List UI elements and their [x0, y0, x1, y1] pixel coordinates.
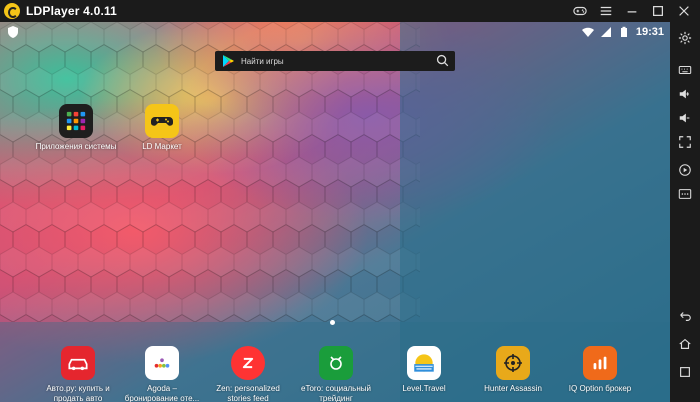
recent-apps-icon — [680, 367, 690, 377]
signal-icon — [600, 27, 611, 37]
battery-icon — [620, 26, 627, 37]
title-bar: LDPlayer 4.0.11 — [0, 0, 700, 22]
sidebar-record-button[interactable] — [677, 162, 693, 178]
menu-button[interactable] — [594, 0, 618, 22]
ldplayer-logo-icon — [4, 3, 20, 19]
app-label: LD Маркет — [142, 142, 182, 151]
sidebar-keyboard-button[interactable] — [677, 62, 693, 78]
sidebar-recent-apps-button[interactable] — [677, 364, 693, 380]
sidebar-settings-button[interactable] — [677, 30, 693, 46]
app-label: Agoda – бронирование оте... — [124, 384, 200, 402]
app-label: eToro: социальный трейдинг — [301, 384, 371, 402]
sidebar-volume-up-button[interactable] — [677, 86, 693, 102]
app-etoro[interactable]: eToro: социальный трейдинг — [292, 346, 380, 402]
minimize-button[interactable] — [620, 0, 644, 22]
app-zen[interactable]: Zen: personalized stories feed — [204, 346, 292, 402]
google-play-icon — [223, 55, 234, 67]
hamburger-menu-icon — [600, 6, 612, 16]
status-bar: 19:31 — [0, 22, 670, 42]
shield-icon — [8, 26, 18, 38]
window-controls — [566, 0, 696, 22]
more-icon — [678, 189, 692, 199]
minimize-icon — [627, 11, 637, 13]
app-agoda[interactable]: Agoda – бронирование оте... — [114, 346, 210, 402]
sidebar-volume-down-button[interactable] — [677, 110, 693, 126]
close-button[interactable] — [672, 0, 696, 22]
back-icon — [680, 312, 691, 321]
android-screen[interactable]: 19:31 Найти игры Приложения системы LD М… — [0, 22, 670, 402]
etoro-icon — [319, 346, 353, 380]
autoru-icon — [61, 346, 95, 380]
sidebar-fullscreen-button[interactable] — [677, 134, 693, 150]
home-icon — [679, 338, 691, 349]
fullscreen-icon — [679, 136, 691, 148]
app-system-apps[interactable]: Приложения системы — [32, 104, 120, 152]
sidebar-home-button[interactable] — [677, 336, 693, 352]
app-label: Авто.ру: купить и продать авто — [46, 384, 110, 402]
sidebar-back-button[interactable] — [677, 308, 693, 324]
game-search-bar[interactable]: Найти игры — [215, 51, 455, 71]
gamepad-settings-button[interactable] — [568, 0, 592, 22]
app-iq-option[interactable]: IQ Option брокер — [558, 346, 642, 394]
app-label: Level.Travel — [402, 384, 446, 393]
apps-folder-icon — [59, 104, 93, 138]
volume-down-icon — [679, 113, 690, 123]
status-time: 19:31 — [635, 26, 664, 38]
maximize-button[interactable] — [646, 0, 670, 22]
app-ld-market[interactable]: LD Маркет — [128, 104, 196, 152]
hunter-assassin-icon — [496, 346, 530, 380]
zen-icon — [231, 346, 265, 380]
app-label: IQ Option брокер — [568, 384, 632, 393]
window-title: LDPlayer 4.0.11 — [26, 4, 118, 18]
wifi-icon — [581, 27, 594, 37]
sidebar-more-button[interactable] — [677, 186, 693, 202]
app-level-travel[interactable]: Level.Travel — [392, 346, 456, 394]
agoda-icon — [145, 346, 179, 380]
gear-icon — [678, 31, 692, 45]
app-label: Zen: personalized stories feed — [216, 384, 280, 402]
volume-up-icon — [679, 89, 689, 99]
app-label: Hunter Assassin — [484, 384, 542, 393]
search-icon[interactable] — [436, 54, 449, 67]
app-hunter-assassin[interactable]: Hunter Assassin — [474, 346, 552, 394]
iq-option-icon — [583, 346, 617, 380]
app-label: Приложения системы — [35, 142, 117, 151]
keyboard-icon — [678, 65, 692, 75]
close-icon — [679, 6, 689, 16]
emulator-sidebar — [670, 22, 700, 402]
level-travel-icon — [407, 346, 441, 380]
page-indicator — [330, 320, 335, 325]
search-placeholder: Найти игры — [241, 56, 284, 66]
app-autoru[interactable]: Авто.ру: купить и продать авто — [34, 346, 122, 402]
gamepad-icon — [573, 6, 587, 16]
hexagon-wallpaper — [0, 22, 670, 402]
maximize-icon — [653, 6, 663, 16]
gamepad-icon — [145, 104, 179, 138]
record-icon — [679, 164, 691, 176]
